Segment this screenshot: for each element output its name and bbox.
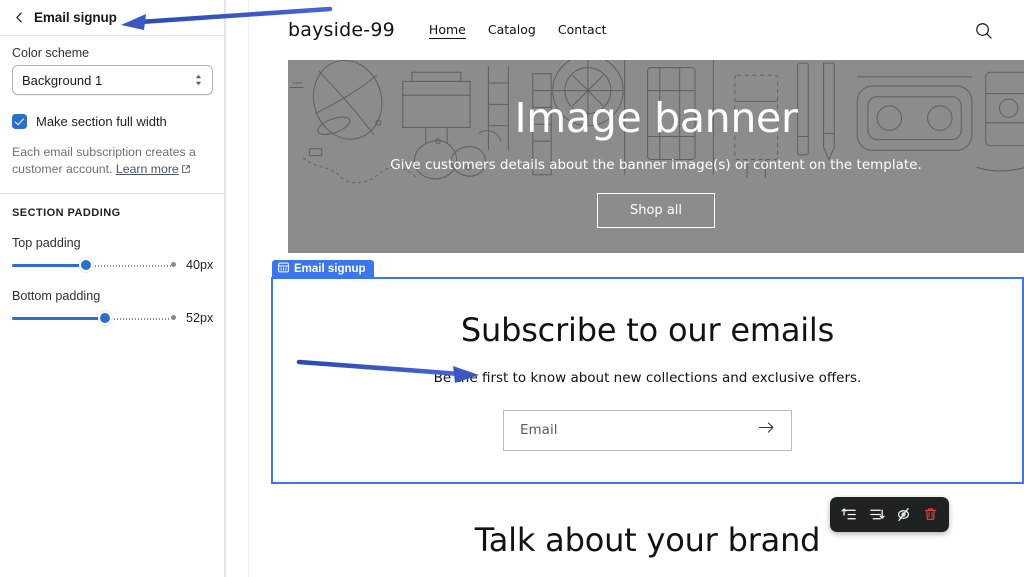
preview-gutter	[226, 0, 249, 577]
section-grid-icon	[278, 262, 289, 276]
top-padding-slider[interactable]	[12, 258, 176, 272]
external-link-icon	[181, 162, 191, 179]
banner-title: Image banner	[514, 93, 798, 142]
nav-item-home[interactable]: Home	[428, 22, 466, 39]
subscribe-title: Subscribe to our emails	[460, 310, 835, 349]
select-updown-icon	[194, 73, 203, 87]
section-action-toolbar	[830, 497, 949, 532]
search-icon[interactable]	[970, 17, 996, 43]
theme-editor: Email signup Color scheme Background 1 M…	[0, 0, 1024, 577]
sidebar-divider	[0, 193, 224, 194]
top-padding-value: 40px	[186, 258, 214, 272]
full-width-checkbox[interactable]	[12, 114, 27, 129]
learn-more-link[interactable]: Learn more	[116, 162, 179, 176]
bottom-padding-knob[interactable]	[98, 311, 112, 325]
color-scheme-select[interactable]: Background 1	[12, 65, 213, 95]
sidebar-body: Color scheme Background 1 Make section f…	[0, 36, 224, 325]
selected-section-badge[interactable]: Email signup	[272, 260, 374, 277]
bottom-padding-row[interactable]: 52px	[12, 311, 214, 325]
bottom-padding-value: 52px	[186, 311, 214, 325]
chevron-left-icon[interactable]	[10, 9, 28, 27]
bottom-padding-label: Bottom padding	[12, 289, 101, 303]
panel-title: Email signup	[34, 10, 117, 25]
move-down-icon[interactable]	[864, 503, 888, 527]
banner-content: Image banner Give customers details abou…	[288, 60, 1024, 253]
subscribe-subtitle: Be the first to know about new collectio…	[433, 369, 862, 386]
nav-item-contact[interactable]: Contact	[558, 22, 607, 38]
nav-item-catalog[interactable]: Catalog	[488, 22, 536, 38]
storefront-nav: Home Catalog Contact	[428, 22, 607, 39]
section-padding-heading: SECTION PADDING	[12, 207, 121, 219]
top-padding-row[interactable]: 40px	[12, 258, 214, 272]
color-scheme-label: Color scheme	[12, 46, 90, 60]
email-signup-section[interactable]: Email signup Subscribe to our emails Be …	[271, 260, 1024, 484]
email-signup-help: Each email subscription creates a custom…	[12, 144, 202, 179]
banner-subtitle: Give customers details about the banner …	[390, 156, 922, 173]
top-padding-label: Top padding	[12, 236, 81, 250]
sidebar-header: Email signup	[0, 0, 224, 36]
color-scheme-value: Background 1	[22, 72, 103, 88]
email-signup-content: Subscribe to our emails Be the first to …	[271, 277, 1024, 484]
email-input-placeholder: Email	[520, 422, 558, 438]
section-settings-sidebar: Email signup Color scheme Background 1 M…	[0, 0, 225, 577]
store-name[interactable]: bayside-99	[288, 19, 395, 41]
hide-eye-slash-icon[interactable]	[891, 503, 915, 527]
image-banner-section[interactable]: Image banner Give customers details abou…	[288, 60, 1024, 253]
bottom-padding-slider[interactable]	[12, 311, 176, 325]
top-padding-knob[interactable]	[79, 258, 93, 272]
shop-all-button[interactable]: Shop all	[596, 192, 716, 228]
storefront-header: bayside-99 Home Catalog Contact	[249, 0, 1024, 60]
full-width-row[interactable]: Make section full width	[12, 114, 212, 129]
full-width-label: Make section full width	[36, 114, 167, 129]
brand-section-title: Talk about your brand	[474, 521, 821, 559]
preview-stage: bayside-99 Home Catalog Contact Image ba…	[249, 0, 1024, 577]
theme-preview: bayside-99 Home Catalog Contact Image ba…	[225, 0, 1024, 577]
move-up-icon[interactable]	[837, 503, 861, 527]
email-input[interactable]: Email	[503, 409, 792, 451]
arrow-right-icon[interactable]	[758, 421, 775, 439]
selected-section-badge-label: Email signup	[294, 262, 366, 275]
trash-icon[interactable]	[918, 503, 942, 527]
